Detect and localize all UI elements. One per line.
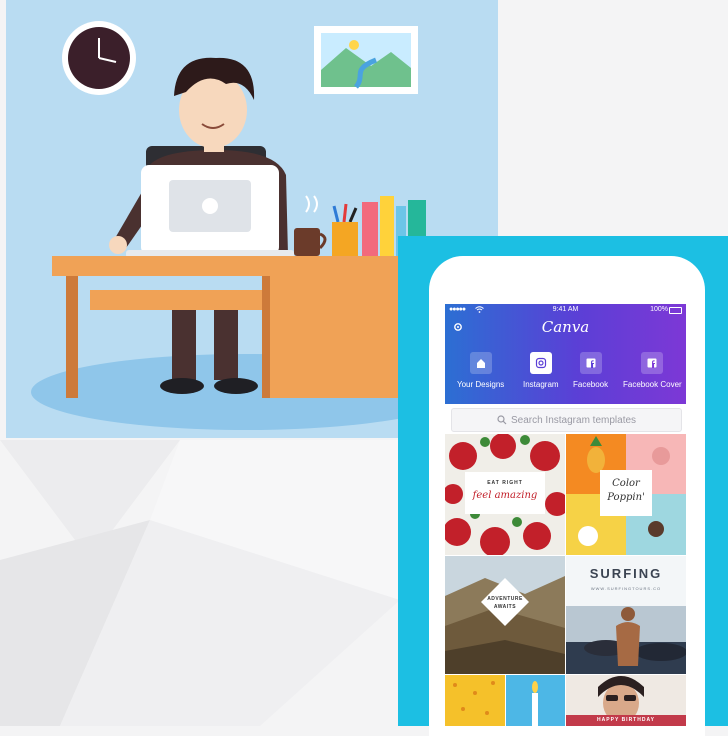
category-facebook[interactable]: Facebook xyxy=(573,352,608,389)
template-text-line1: ADVENTURE xyxy=(487,596,523,602)
battery-icon xyxy=(669,307,682,314)
home-icon xyxy=(469,352,492,374)
template-birthday[interactable]: HAPPY BIRTHDAY xyxy=(566,675,686,726)
template-text-line2: AWAITS xyxy=(493,604,517,610)
template-text-line2: feel amazing xyxy=(472,490,538,501)
template-grid: EAT RIGHT feel amazing Color Poppin' ADV… xyxy=(445,434,686,726)
phone-screen: ●●●●● 9:41 AM 100% Canva Your Designs In… xyxy=(445,304,686,726)
category-label: Instagram xyxy=(523,380,559,389)
instagram-icon xyxy=(529,352,552,374)
template-adventure[interactable]: ADVENTURE AWAITS xyxy=(445,556,565,674)
clock-icon xyxy=(62,21,136,95)
search-input[interactable]: Search Instagram templates xyxy=(451,408,682,432)
facebook-icon xyxy=(579,352,602,374)
category-bar: Your Designs Instagram Facebook Facebook… xyxy=(445,352,686,398)
category-instagram[interactable]: Instagram xyxy=(523,352,559,389)
app-logo: Canva xyxy=(541,318,590,336)
coffee-mug-icon xyxy=(294,195,327,256)
search-icon xyxy=(497,415,507,425)
wall-picture-icon xyxy=(314,26,418,94)
template-yellow-pattern[interactable] xyxy=(445,675,505,726)
search-placeholder: Search Instagram templates xyxy=(510,414,637,426)
app-header: ●●●●● 9:41 AM 100% Canva Your Designs In… xyxy=(445,304,686,404)
template-text-line1: HAPPY BIRTHDAY xyxy=(597,717,655,723)
category-your-designs[interactable]: Your Designs xyxy=(457,352,504,389)
category-label: Facebook Cover xyxy=(623,380,682,389)
category-label: Facebook xyxy=(573,380,609,389)
template-text-line2: Poppin' xyxy=(607,492,645,503)
pencil-cup-icon xyxy=(332,203,358,256)
template-candle[interactable] xyxy=(506,675,565,726)
template-text-line1: Color xyxy=(612,478,640,489)
template-strawberries[interactable]: EAT RIGHT feel amazing xyxy=(445,434,565,555)
template-surfing[interactable]: SURFING WWW.SURFINGTOURS.CO xyxy=(566,556,686,674)
category-facebook-cover[interactable]: Facebook Cover xyxy=(623,352,682,389)
battery-level: 100% xyxy=(650,306,668,313)
category-label: Your Designs xyxy=(457,380,505,389)
template-text-line1: EAT RIGHT xyxy=(487,480,523,486)
status-bar: ●●●●● 9:41 AM 100% xyxy=(445,306,686,316)
template-text-line1: SURFING xyxy=(589,566,663,581)
template-text-line2: WWW.SURFINGTOURS.CO xyxy=(590,586,662,591)
facebook-icon xyxy=(641,352,664,374)
template-color-poppin[interactable]: Color Poppin' xyxy=(566,434,686,555)
